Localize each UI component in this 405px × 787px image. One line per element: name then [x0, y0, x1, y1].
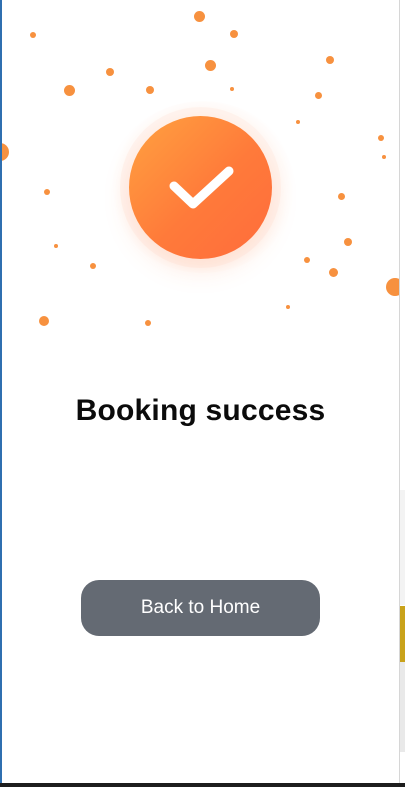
confetti-dot: [230, 87, 234, 91]
back-to-home-button[interactable]: Back to Home: [81, 580, 320, 636]
screen: Booking success Back to Home: [0, 0, 405, 787]
page-title: Booking success: [75, 394, 326, 427]
confetti-dot: [39, 316, 49, 326]
confetti-dot: [296, 120, 300, 124]
bottom-edge: [0, 783, 405, 787]
confetti-dot: [44, 189, 50, 195]
confetti-dot: [382, 155, 386, 159]
booking-success-dialog: Booking success Back to Home: [2, 0, 400, 783]
confetti-dot: [230, 30, 238, 38]
confetti-dot: [2, 143, 9, 161]
confetti-dot: [90, 263, 96, 269]
confetti-dot: [344, 238, 352, 246]
confetti-dot: [193, 10, 205, 22]
confetti-dot: [286, 305, 290, 309]
confetti-dot: [328, 267, 338, 277]
confetti-dot: [204, 59, 216, 71]
confetti-dot: [326, 56, 334, 64]
confetti-dot: [378, 135, 384, 141]
check-icon: [169, 166, 234, 209]
confetti-dot: [146, 86, 154, 94]
confetti-dot: [30, 32, 36, 38]
confetti-dot: [304, 257, 310, 263]
confetti-dot: [54, 244, 58, 248]
success-badge: [129, 116, 272, 259]
confetti-dot: [386, 278, 399, 296]
confetti-dot: [63, 84, 75, 96]
confetti-dot: [145, 320, 151, 326]
confetti-dot: [106, 68, 114, 76]
confetti-dot: [314, 91, 322, 99]
confetti-dot: [337, 192, 345, 200]
